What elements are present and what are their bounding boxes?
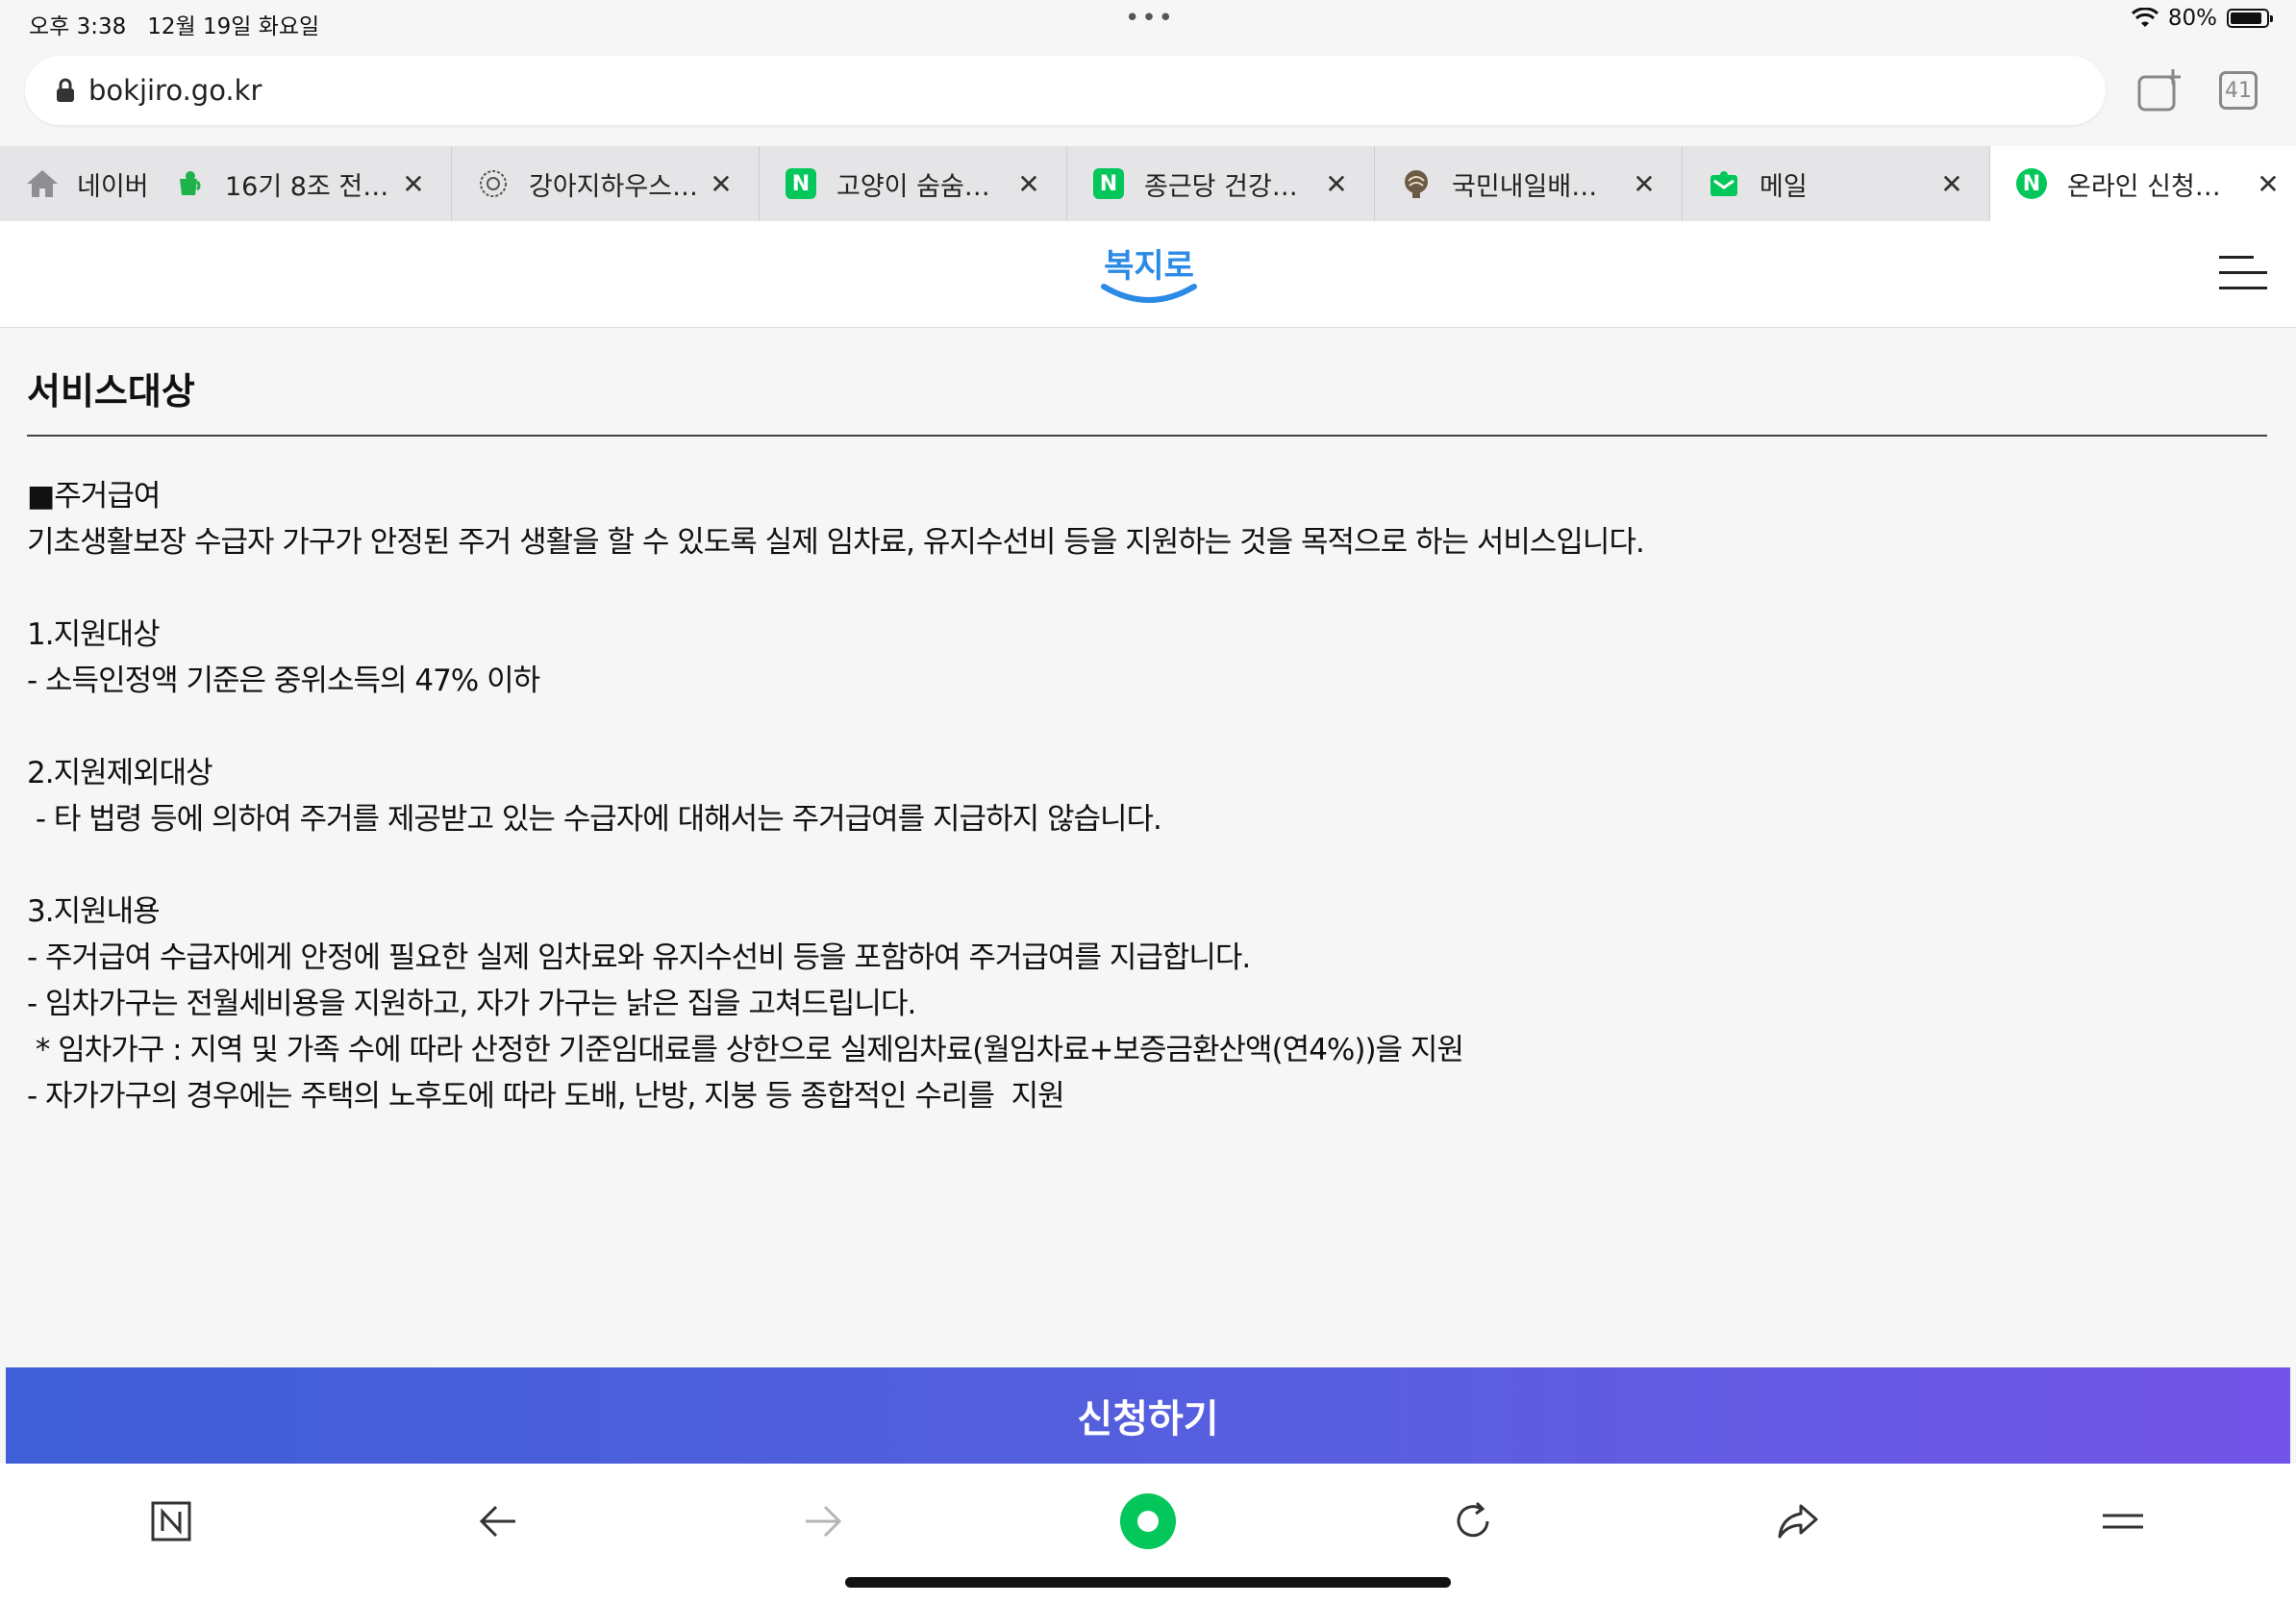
content-line: 1.지원대상 bbox=[27, 617, 161, 652]
section-title: 서비스대상 bbox=[27, 370, 195, 413]
battery-percent: 80% bbox=[2167, 6, 2217, 31]
tab-4[interactable]: N 종근당 건강… ✕ bbox=[1067, 146, 1375, 221]
lock-icon bbox=[57, 78, 74, 102]
wifi-icon bbox=[2131, 8, 2159, 27]
tab-1-label: 16기 8조 전… bbox=[225, 171, 389, 202]
green-dot-icon[interactable] bbox=[1119, 1492, 1177, 1550]
logo-text: 복지로 bbox=[1104, 247, 1194, 286]
content-line bbox=[27, 704, 2267, 750]
tab-3-label: 고양이 숨숨… bbox=[836, 171, 990, 202]
green-cup-icon bbox=[173, 167, 206, 200]
tab-close-icon[interactable]: ✕ bbox=[2254, 168, 2283, 200]
naver-n-icon: N bbox=[2015, 167, 2048, 200]
tab-2[interactable]: 강아지하우스… ✕ bbox=[452, 146, 760, 221]
tab-2-label: 강아지하우스… bbox=[529, 171, 699, 202]
back-arrow-icon[interactable] bbox=[469, 1492, 527, 1550]
section-divider bbox=[27, 435, 2267, 437]
content-line: * 임차가구 : 지역 및 가족 수에 따라 산정한 기준임대료를 상한으로 실… bbox=[27, 1033, 1464, 1067]
content-line: - 자가가구의 경우에는 주택의 노후도에 따라 도배, 난방, 지붕 등 종합… bbox=[27, 1079, 1065, 1114]
content-line: - 주거급여 수급자에게 안정에 필요한 실제 임차료와 유지수선비 등을 포함… bbox=[27, 940, 1251, 975]
content-line: 3.지원내용 bbox=[27, 894, 161, 929]
tab-close-icon[interactable]: ✕ bbox=[707, 168, 736, 200]
tab-close-icon[interactable]: ✕ bbox=[399, 168, 428, 200]
apply-button[interactable]: 신청하기 bbox=[6, 1367, 2290, 1464]
content-line: 2.지원제외대상 bbox=[27, 756, 213, 790]
content-line: - 타 법령 등에 의하여 주거를 제공받고 있는 수급자에 대해서는 주거급여… bbox=[27, 802, 1162, 837]
status-time: 오후 3:38 12월 19일 화요일 bbox=[29, 8, 319, 40]
tab-close-icon[interactable]: ✕ bbox=[1322, 168, 1351, 200]
tab-5-label: 국민내일배… bbox=[1452, 171, 1598, 202]
content-line: 기초생활보장 수급자 가구가 안정된 주거 생활을 할 수 있도록 실제 임차료… bbox=[27, 525, 1645, 560]
status-bar: 오후 3:38 12월 19일 화요일 ••• 80% bbox=[0, 0, 2296, 46]
tab-5[interactable]: 국민내일배… ✕ bbox=[1375, 146, 1683, 221]
share-icon[interactable] bbox=[1769, 1492, 1827, 1550]
tab-bar: 네이버 16기 8조 전… ✕ 강아지하우스… ✕ N 고양이 숨숨… ✕ N … bbox=[0, 146, 2296, 222]
tab-close-icon[interactable]: ✕ bbox=[1014, 168, 1043, 200]
url-text: bokjiro.go.kr bbox=[88, 74, 262, 107]
content-line bbox=[27, 842, 2267, 889]
service-description: ■주거급여 기초생활보장 수급자 가구가 안정된 주거 생활을 할 수 있도록 … bbox=[27, 473, 2267, 1119]
address-bar[interactable]: bokjiro.go.kr bbox=[25, 56, 2106, 125]
dog-house-logo-icon bbox=[477, 167, 510, 200]
refresh-icon[interactable] bbox=[1444, 1492, 1502, 1550]
bokjiro-logo-icon: 복지로 bbox=[1101, 247, 1197, 303]
tab-6[interactable]: 메일 ✕ bbox=[1683, 146, 1990, 221]
status-time-value: 오후 3:38 bbox=[29, 14, 127, 39]
naver-home-icon[interactable] bbox=[142, 1492, 200, 1550]
content-line bbox=[27, 565, 2267, 612]
tab-naver-home[interactable]: 네이버 bbox=[0, 146, 173, 221]
tab-close-icon[interactable]: ✕ bbox=[1937, 168, 1966, 200]
naver-n-icon: N bbox=[1092, 167, 1125, 200]
tab-7-active[interactable]: N 온라인 신청… ✕ bbox=[1990, 146, 2296, 221]
battery-icon bbox=[2227, 9, 2273, 28]
site-header: 복지로 bbox=[0, 221, 2296, 328]
brain-icon bbox=[1400, 167, 1433, 200]
mail-icon bbox=[1708, 167, 1740, 200]
home-icon bbox=[27, 170, 58, 197]
menu-icon[interactable] bbox=[2094, 1492, 2152, 1550]
status-date: 12월 19일 화요일 bbox=[147, 14, 320, 39]
tab-count-button[interactable]: 41 bbox=[2219, 71, 2258, 110]
home-indicator[interactable] bbox=[845, 1577, 1451, 1588]
multitasking-dots-icon[interactable]: ••• bbox=[1125, 4, 1175, 33]
tab-3[interactable]: N 고양이 숨숨… ✕ bbox=[760, 146, 1067, 221]
new-tab-icon[interactable] bbox=[2136, 67, 2184, 113]
content-line: - 임차가구는 전월세비용을 지원하고, 자가 가구는 낡은 집을 고쳐드립니다… bbox=[27, 987, 916, 1021]
tab-7-label: 온라인 신청… bbox=[2067, 171, 2221, 202]
tab-4-label: 종근당 건강… bbox=[1144, 171, 1298, 202]
tab-home-label: 네이버 bbox=[77, 171, 149, 202]
forward-arrow-icon[interactable] bbox=[794, 1492, 852, 1550]
bokjiro-logo[interactable]: 복지로 bbox=[1096, 237, 1202, 313]
naver-n-icon: N bbox=[785, 167, 817, 200]
tab-close-icon[interactable]: ✕ bbox=[1630, 168, 1659, 200]
content-line: ■주거급여 bbox=[27, 479, 161, 514]
tab-6-label: 메일 bbox=[1759, 171, 1808, 202]
menu-hamburger-icon[interactable] bbox=[2219, 256, 2267, 294]
address-row: bokjiro.go.kr 41 bbox=[0, 46, 2296, 146]
tab-1[interactable]: 16기 8조 전… ✕ bbox=[173, 146, 452, 221]
status-right: 80% bbox=[2131, 6, 2273, 31]
content-line: - 소득인정액 기준은 중위소득의 47% 이하 bbox=[27, 664, 540, 698]
service-content: 서비스대상 ■주거급여 기초생활보장 수급자 가구가 안정된 주거 생활을 할 … bbox=[27, 327, 2267, 1119]
